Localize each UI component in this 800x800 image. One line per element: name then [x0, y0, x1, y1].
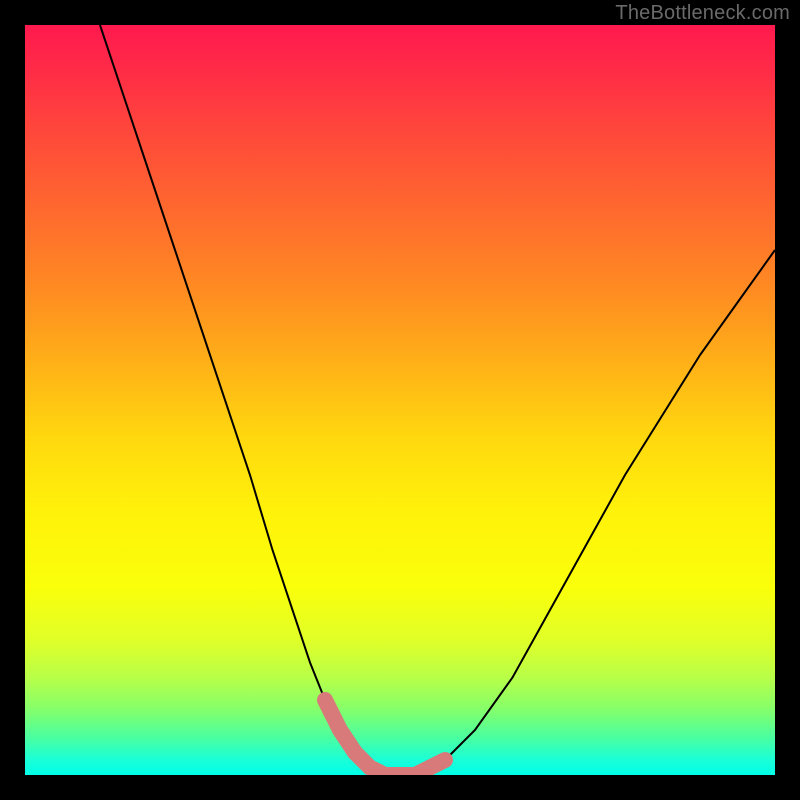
- watermark: TheBottleneck.com: [615, 2, 790, 25]
- plot-area: [25, 25, 775, 775]
- curve-layer: [25, 25, 775, 775]
- highlight-segment: [325, 700, 445, 775]
- chart-frame: TheBottleneck.com: [0, 0, 800, 800]
- bottleneck-curve: [100, 25, 775, 775]
